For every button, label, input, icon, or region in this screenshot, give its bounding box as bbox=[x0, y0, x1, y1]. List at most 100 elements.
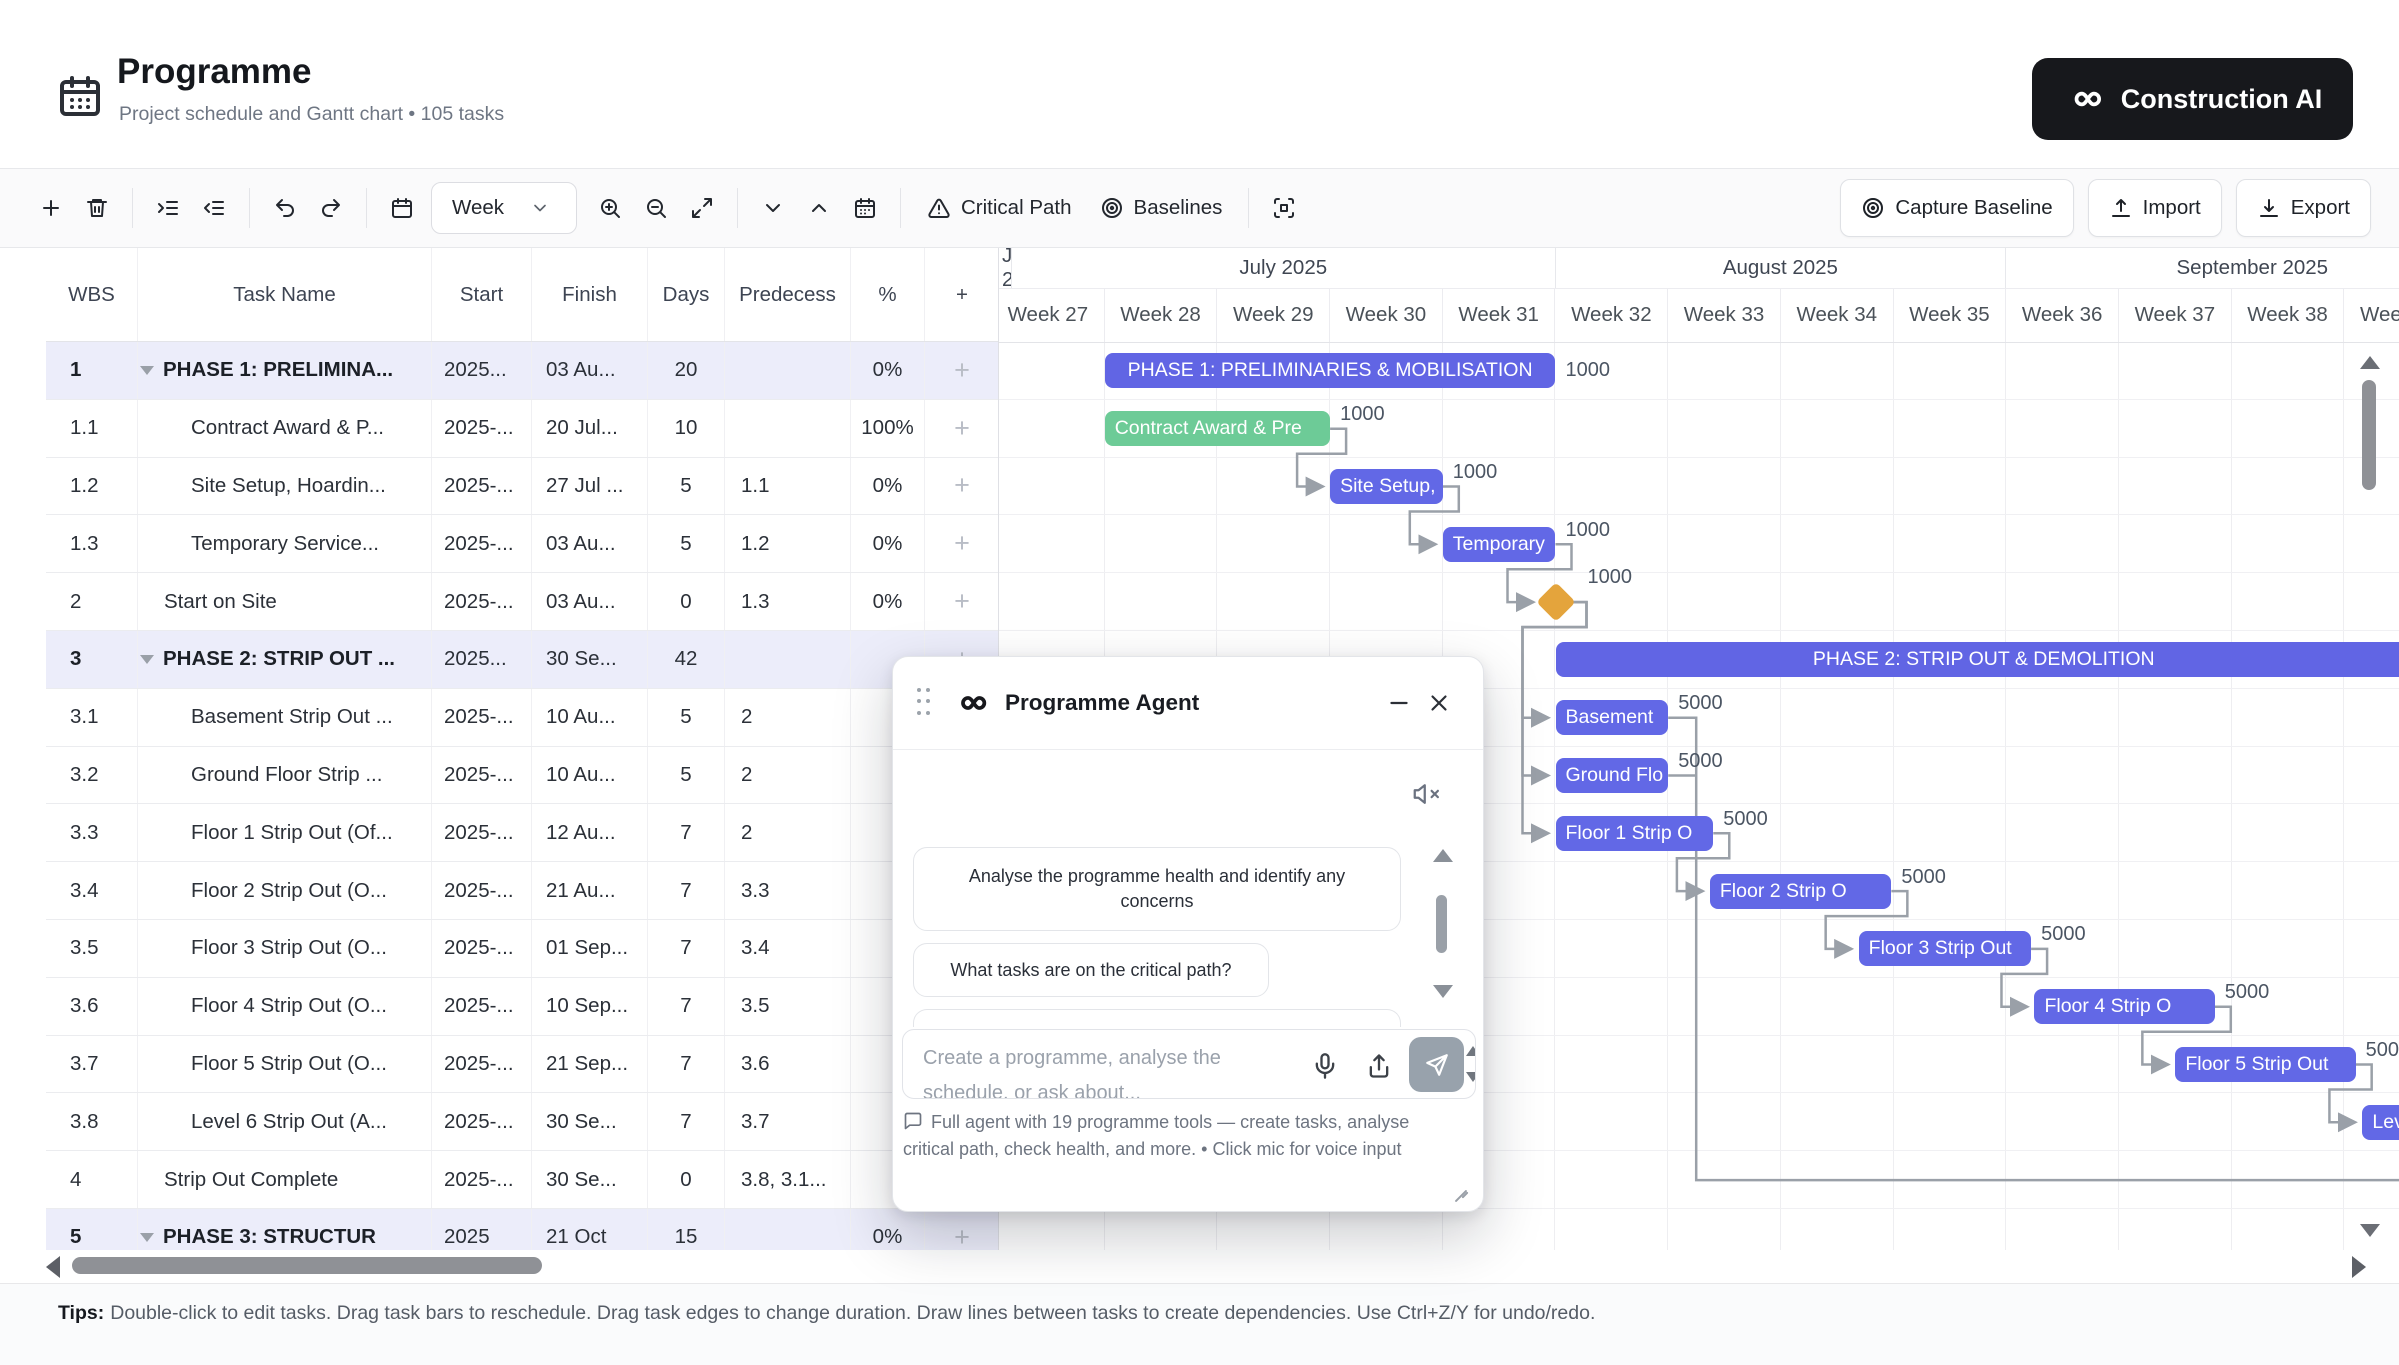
collapse-chevron-icon[interactable] bbox=[140, 1233, 154, 1242]
gantt-bar-basement[interactable]: Basement bbox=[1556, 700, 1669, 735]
column-header-predecess[interactable]: Predecess bbox=[725, 248, 851, 341]
zoom-out-button[interactable] bbox=[633, 185, 679, 231]
column-header-wbs[interactable]: WBS bbox=[46, 248, 138, 341]
input-scroll-down-arrow[interactable] bbox=[1466, 1072, 1476, 1082]
gantt-bar-site[interactable]: Site Setup, bbox=[1330, 469, 1443, 504]
resize-handle[interactable] bbox=[1453, 1181, 1471, 1199]
row-add-button[interactable]: + bbox=[925, 515, 999, 572]
gantt-bar-phase2[interactable]: PHASE 2: STRIP OUT & DEMOLITION bbox=[1556, 642, 2399, 677]
hscroll-right-arrow[interactable] bbox=[2352, 1256, 2366, 1278]
hscroll-left-arrow[interactable] bbox=[46, 1256, 60, 1278]
vscroll-up-arrow[interactable] bbox=[2360, 356, 2380, 369]
capture-baseline-button[interactable]: Capture Baseline bbox=[1840, 179, 2073, 237]
table-row-task-1[interactable]: 1PHASE 1: PRELIMINA...2025...03 Au...200… bbox=[46, 342, 999, 400]
cell-finish: 21 Sep... bbox=[532, 1036, 648, 1093]
attach-upload-icon[interactable] bbox=[1365, 1052, 1393, 1080]
vscroll-down-arrow[interactable] bbox=[2360, 1224, 2380, 1237]
fit-view-button[interactable] bbox=[679, 185, 725, 231]
export-button[interactable]: Export bbox=[2236, 179, 2371, 237]
table-row-task-3.6[interactable]: 3.6Floor 4 Strip Out (O...2025-...10 Sep… bbox=[46, 978, 999, 1036]
close-icon[interactable] bbox=[1419, 683, 1459, 723]
gantt-bar-floor5[interactable]: Floor 5 Strip Out bbox=[2175, 1047, 2355, 1082]
task-name-text: PHASE 2: STRIP OUT ... bbox=[163, 647, 395, 671]
gantt-bar-floor3[interactable]: Floor 3 Strip Out bbox=[1859, 931, 2031, 966]
cell-wbs: 1.3 bbox=[46, 515, 138, 572]
gantt-bar-floor2[interactable]: Floor 2 Strip O bbox=[1710, 874, 1891, 909]
gantt-bar-contract[interactable]: Contract Award & Pre bbox=[1105, 411, 1330, 446]
minimize-icon[interactable] bbox=[1379, 683, 1419, 723]
critical-path-toggle[interactable]: Critical Path bbox=[913, 196, 1086, 220]
cell-days: 7 bbox=[648, 804, 725, 861]
table-row-task-3[interactable]: 3PHASE 2: STRIP OUT ...2025...30 Se...42… bbox=[46, 631, 999, 689]
delete-task-button[interactable] bbox=[74, 185, 120, 231]
table-row-task-3.2[interactable]: 3.2Ground Floor Strip ...2025-...10 Au..… bbox=[46, 747, 999, 805]
mute-speaker-icon[interactable] bbox=[1411, 779, 1441, 809]
suggestion-chip-clipped[interactable] bbox=[913, 1009, 1401, 1027]
expand-all-button[interactable] bbox=[796, 185, 842, 231]
microphone-icon[interactable] bbox=[1311, 1052, 1339, 1080]
baselines-toggle[interactable]: Baselines bbox=[1086, 196, 1237, 220]
construction-ai-button[interactable]: Construction AI bbox=[2032, 58, 2353, 140]
cell-wbs: 3.6 bbox=[46, 978, 138, 1035]
collapse-all-button[interactable] bbox=[750, 185, 796, 231]
screenshot-button[interactable] bbox=[1261, 185, 1307, 231]
table-row-task-2[interactable]: 2Start on Site2025-...03 Au...01.30%+ bbox=[46, 573, 999, 631]
gantt-bar-temp[interactable]: Temporary bbox=[1443, 527, 1556, 562]
indent-button[interactable] bbox=[145, 185, 191, 231]
gantt-bar-floor1[interactable]: Floor 1 Strip O bbox=[1556, 816, 1714, 851]
hscroll-thumb[interactable] bbox=[72, 1257, 542, 1274]
suggestion-chip[interactable]: What tasks are on the critical path? bbox=[913, 943, 1269, 997]
timeline-week-label: Week 30 bbox=[1330, 288, 1443, 342]
timescale-select[interactable]: Week bbox=[431, 182, 577, 234]
column-header--[interactable]: % bbox=[851, 248, 925, 341]
row-add-button[interactable]: + bbox=[925, 1209, 999, 1250]
gantt-bar-level6[interactable]: Level 6 bbox=[2362, 1105, 2399, 1140]
gantt-bar-phase1[interactable]: PHASE 1: PRELIMINARIES & MOBILISATION bbox=[1105, 353, 1556, 388]
cell-days: 0 bbox=[648, 1151, 725, 1208]
table-row-task-3.7[interactable]: 3.7Floor 5 Strip Out (O...2025-...21 Sep… bbox=[46, 1036, 999, 1094]
send-button[interactable] bbox=[1409, 1037, 1464, 1092]
table-row-task-3.1[interactable]: 3.1Basement Strip Out ...2025-...10 Au..… bbox=[46, 689, 999, 747]
cell-days: 7 bbox=[648, 1036, 725, 1093]
zoom-in-button[interactable] bbox=[587, 185, 633, 231]
table-row-task-3.3[interactable]: 3.3Floor 1 Strip Out (Of...2025-...12 Au… bbox=[46, 804, 999, 862]
import-button[interactable]: Import bbox=[2088, 179, 2222, 237]
row-add-button[interactable]: + bbox=[925, 400, 999, 457]
column-header-finish[interactable]: Finish bbox=[532, 248, 648, 341]
table-row-task-3.5[interactable]: 3.5Floor 3 Strip Out (O...2025-...01 Sep… bbox=[46, 920, 999, 978]
outdent-button[interactable] bbox=[191, 185, 237, 231]
timescale-calendar-icon[interactable] bbox=[379, 185, 425, 231]
add-task-button[interactable] bbox=[28, 185, 74, 231]
column-header-start[interactable]: Start bbox=[432, 248, 532, 341]
table-row-task-1.2[interactable]: 1.2Site Setup, Hoardin...2025-...27 Jul … bbox=[46, 458, 999, 516]
vscroll-thumb[interactable] bbox=[2362, 380, 2376, 490]
add-column-button[interactable]: + bbox=[925, 248, 999, 341]
column-header-task-name[interactable]: Task Name bbox=[138, 248, 432, 341]
table-row-task-4[interactable]: 4Strip Out Complete2025-...30 Se...03.8,… bbox=[46, 1151, 999, 1209]
table-row-task-5[interactable]: 5PHASE 3: STRUCTUR202521 Oct150%+ bbox=[46, 1209, 999, 1250]
table-row-task-3.8[interactable]: 3.8Level 6 Strip Out (A...2025-...30 Se.… bbox=[46, 1093, 999, 1151]
input-scroll-up-arrow[interactable] bbox=[1466, 1046, 1476, 1056]
row-add-button[interactable]: + bbox=[925, 342, 999, 399]
column-header-days[interactable]: Days bbox=[648, 248, 725, 341]
cell-task-name: Floor 2 Strip Out (O... bbox=[138, 862, 432, 919]
gantt-bar-floor4[interactable]: Floor 4 Strip O bbox=[2034, 989, 2214, 1024]
go-to-today-button[interactable] bbox=[842, 185, 888, 231]
row-add-button[interactable]: + bbox=[925, 573, 999, 630]
cell-predecessors: 3.4 bbox=[725, 920, 851, 977]
agent-scroll-thumb[interactable] bbox=[1436, 895, 1447, 953]
agent-input-box[interactable]: Create a programme, analyse the schedule… bbox=[902, 1029, 1476, 1099]
drag-handle-icon[interactable] bbox=[917, 688, 931, 718]
collapse-chevron-icon[interactable] bbox=[140, 655, 154, 664]
row-add-button[interactable]: + bbox=[925, 458, 999, 515]
table-row-task-1.1[interactable]: 1.1Contract Award & P...2025-...20 Jul..… bbox=[46, 400, 999, 458]
suggestion-chip[interactable]: Analyse the programme health and identif… bbox=[913, 847, 1401, 931]
agent-scroll-down-arrow[interactable] bbox=[1433, 985, 1453, 998]
table-row-task-1.3[interactable]: 1.3Temporary Service...2025-...03 Au...5… bbox=[46, 515, 999, 573]
undo-button[interactable] bbox=[262, 185, 308, 231]
table-row-task-3.4[interactable]: 3.4Floor 2 Strip Out (O...2025-...21 Au.… bbox=[46, 862, 999, 920]
collapse-chevron-icon[interactable] bbox=[140, 366, 154, 375]
agent-scroll-up-arrow[interactable] bbox=[1433, 849, 1453, 862]
redo-button[interactable] bbox=[308, 185, 354, 231]
gantt-bar-ground[interactable]: Ground Flo bbox=[1556, 758, 1669, 793]
